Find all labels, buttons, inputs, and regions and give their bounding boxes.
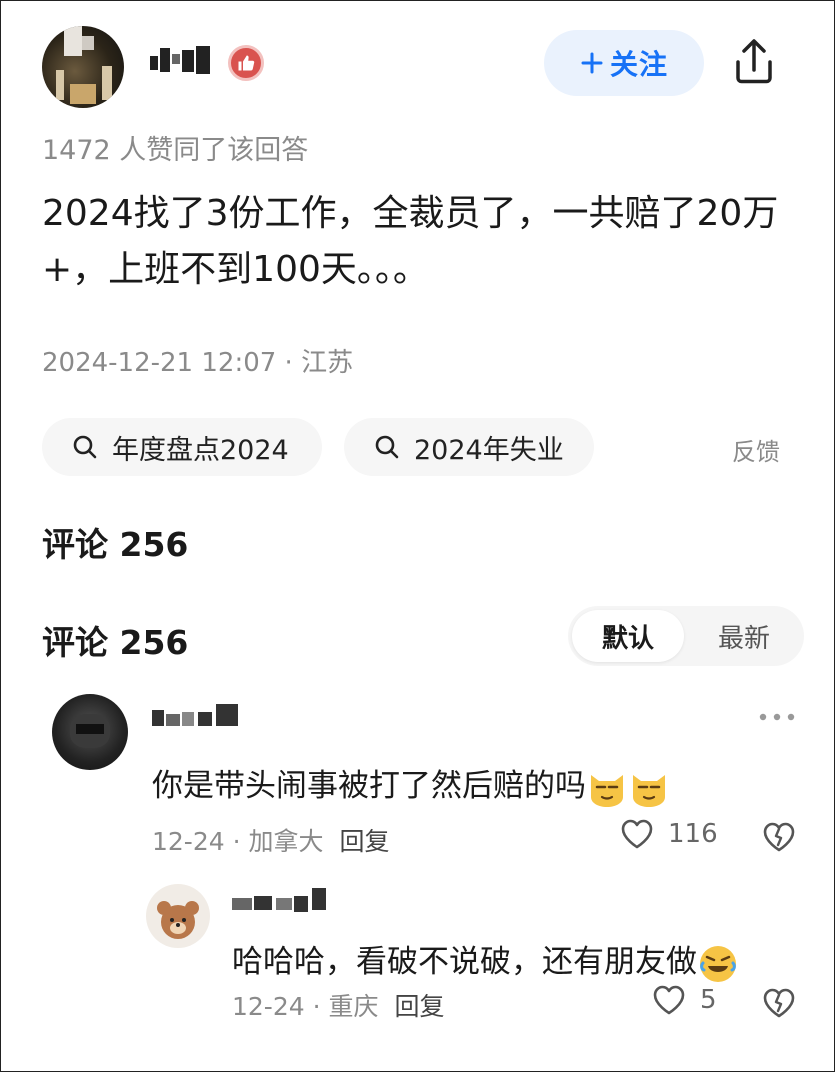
sort-latest-option[interactable]: 最新 (688, 610, 800, 662)
answer-content: 2024找了3份工作，全裁员了，一共赔了20万+，上班不到100天。。。 (42, 193, 779, 290)
author-name-pixelated[interactable] (150, 46, 212, 76)
more-options-icon[interactable] (758, 712, 796, 722)
rofl-emoji (700, 945, 736, 982)
follow-label: 关注 (609, 48, 668, 81)
heart-icon (653, 985, 685, 1015)
like-count: 116 (668, 819, 718, 849)
comment-body: 你是带头闹事被打了然后赔的吗 (152, 768, 586, 804)
broken-heart-icon[interactable] (762, 820, 796, 854)
commenter-name-pixelated[interactable] (152, 704, 240, 728)
heart-icon (621, 819, 653, 849)
reply-commenter-name-pixelated[interactable] (232, 888, 328, 912)
reply-text: 哈哈哈，看破不说破，还有朋友做 (232, 936, 739, 985)
like-count: 5 (700, 985, 717, 1015)
cat-smirk-emoji (633, 774, 665, 807)
broken-heart-icon[interactable] (762, 986, 796, 1020)
tag-label: 年度盘点2024 (112, 434, 289, 466)
reply-meta: 12-24 · 重庆 回复 (232, 987, 445, 1023)
tag-label: 2024年失业 (414, 434, 564, 466)
reply-body: 哈哈哈，看破不说破，还有朋友做 (232, 944, 697, 980)
cat-smirk-emoji (591, 774, 623, 807)
search-icon (73, 435, 97, 459)
reply-date-location: 12-24 · 重庆 (232, 992, 379, 1021)
thumbs-up-icon (228, 45, 264, 81)
comment-date-location: 12-24 · 加拿大 (152, 827, 324, 856)
comment-text: 你是带头闹事被打了然后赔的吗 (152, 760, 670, 809)
plus-icon (581, 52, 603, 74)
topic-tag-annual-review[interactable]: 年度盘点2024 (42, 418, 322, 476)
share-icon[interactable] (728, 36, 780, 88)
comment-meta: 12-24 · 加拿大 回复 (152, 822, 390, 858)
reply-button[interactable]: 回复 (395, 992, 445, 1021)
reply-commenter-avatar[interactable] (146, 884, 210, 948)
comments-section-title: 评论 256 (42, 623, 189, 662)
commenter-avatar[interactable] (52, 694, 128, 770)
reply-button[interactable]: 回复 (340, 827, 390, 856)
sort-default-option[interactable]: 默认 (572, 610, 684, 662)
comment-sort-toggle: 默认 最新 (568, 606, 804, 666)
reply-like-button[interactable]: 5 (652, 984, 717, 1016)
feedback-link[interactable]: 反馈 (732, 432, 780, 467)
answer-likes-count: 1472 人赞同了该回答 (42, 135, 309, 166)
bear-avatar-icon (157, 901, 199, 939)
topic-tag-unemployment[interactable]: 2024年失业 (344, 418, 594, 476)
author-avatar[interactable] (42, 26, 124, 108)
comment-like-button[interactable]: 116 (620, 818, 718, 850)
comments-title: 评论 256 (42, 525, 189, 564)
search-icon (375, 435, 399, 459)
follow-button[interactable]: 关注 (544, 30, 704, 96)
answer-meta: 2024-12-21 12:07 · 江苏 (42, 348, 354, 378)
